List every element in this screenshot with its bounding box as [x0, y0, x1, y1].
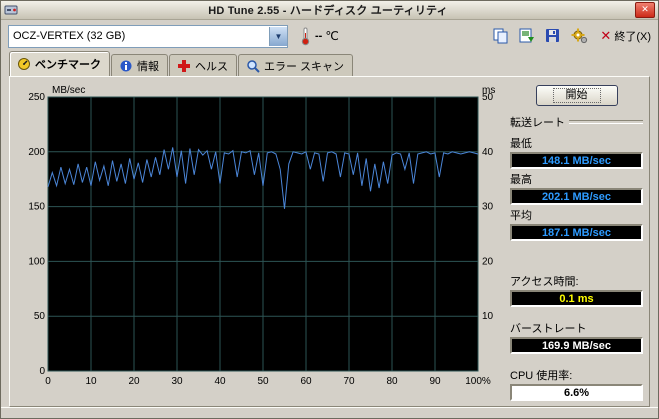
svg-text:100%: 100% [465, 376, 491, 387]
start-button[interactable]: 開始 [535, 85, 618, 106]
drive-select-value: OCZ-VERTEX (32 GB) [13, 30, 126, 42]
svg-text:250: 250 [28, 92, 45, 103]
hdtune-window: HD Tune 2.55 - ハードディスク ユーティリティ ✕ OCZ-VER… [0, 0, 659, 419]
svg-text:70: 70 [343, 376, 355, 387]
svg-text:10: 10 [482, 311, 494, 322]
magnifier-icon [246, 59, 260, 73]
tab-info-label: 情報 [137, 60, 159, 73]
benchmark-gauge-icon [17, 57, 31, 71]
tab-bar: ベンチマーク 情報 ヘルス エラー スキャン [1, 51, 658, 76]
svg-text:40: 40 [482, 147, 494, 158]
exit-x-icon: ✕ [600, 28, 612, 43]
status-bar [1, 407, 658, 418]
temperature-unit: ℃ [325, 29, 339, 43]
tab-benchmark[interactable]: ベンチマーク [9, 51, 110, 76]
close-icon[interactable]: ✕ [635, 2, 655, 18]
svg-text:100: 100 [28, 256, 45, 267]
copy-image-icon[interactable] [518, 28, 536, 44]
avg-label: 平均 [510, 210, 532, 222]
svg-text:150: 150 [28, 202, 45, 213]
tab-health-label: ヘルス [195, 60, 228, 73]
svg-text:90: 90 [429, 376, 441, 387]
drive-select[interactable]: OCZ-VERTEX (32 GB) ▼ [8, 24, 288, 48]
benchmark-chart: 0 10 20 30 40 50 60 70 80 90 100% 250 200 150 100 50 0 50… [14, 81, 506, 402]
start-button-label: 開始 [552, 88, 601, 103]
tab-benchmark-label: ベンチマーク [35, 59, 101, 71]
exit-label: 終了(X) [614, 31, 651, 43]
svg-text:0: 0 [39, 366, 45, 377]
info-icon [119, 59, 133, 73]
titlebar: HD Tune 2.55 - ハードディスク ユーティリティ ✕ [1, 1, 658, 20]
tab-error-scan-label: エラー スキャン [264, 60, 345, 73]
chevron-down-icon[interactable]: ▼ [269, 26, 287, 46]
results-panel: 開始 転送レート 最低 148.1 MB/sec 最高 202.1 MB/sec… [506, 81, 645, 402]
svg-text:20: 20 [482, 256, 494, 267]
max-value: 202.1 MB/sec [510, 188, 643, 205]
tab-info[interactable]: 情報 [111, 54, 168, 76]
burst-rate-label: バーストレート [510, 323, 587, 335]
svg-text:200: 200 [28, 147, 45, 158]
app-icon [4, 3, 18, 17]
toolbar: OCZ-VERTEX (32 GB) ▼ -- ℃ ✕ 終了(X) [1, 20, 658, 52]
min-value: 148.1 MB/sec [510, 152, 643, 169]
svg-text:ms: ms [482, 85, 495, 96]
svg-text:50: 50 [34, 311, 46, 322]
chart-svg: 0 10 20 30 40 50 60 70 80 90 100%25020015010050050… [28, 85, 495, 387]
svg-text:40: 40 [214, 376, 226, 387]
health-cross-icon [177, 59, 191, 73]
access-time-value: 0.1 ms [510, 290, 643, 307]
burst-rate-value: 169.9 MB/sec [510, 337, 643, 354]
benchmark-panel: 0 10 20 30 40 50 60 70 80 90 100% 250 200 150 100 50 0 50… [9, 76, 650, 407]
access-time-label: アクセス時間: [510, 276, 579, 288]
toolbar-icons: ✕ 終了(X) [492, 28, 651, 44]
min-label: 最低 [510, 138, 532, 150]
group-divider [569, 120, 643, 124]
svg-text:0: 0 [45, 376, 51, 387]
tab-error-scan[interactable]: エラー スキャン [238, 54, 354, 76]
avg-value: 187.1 MB/sec [510, 224, 643, 241]
svg-text:30: 30 [482, 202, 494, 213]
thermometer-icon [300, 26, 311, 46]
max-label: 最高 [510, 174, 532, 186]
options-gear-icon[interactable] [570, 28, 588, 44]
svg-text:60: 60 [300, 376, 312, 387]
cpu-usage-label: CPU 使用率: [510, 370, 573, 382]
svg-text:20: 20 [128, 376, 140, 387]
transfer-rate-group-label: 転送レート [510, 117, 565, 129]
svg-text:30: 30 [171, 376, 183, 387]
temperature-value: -- [315, 30, 323, 42]
window-title: HD Tune 2.55 - ハードディスク ユーティリティ [208, 5, 448, 17]
svg-text:10: 10 [85, 376, 97, 387]
transfer-rate-group: 転送レート [510, 114, 643, 130]
cpu-usage-value: 6.6% [510, 384, 643, 401]
svg-text:80: 80 [386, 376, 398, 387]
save-icon[interactable] [544, 28, 562, 44]
svg-text:50: 50 [257, 376, 269, 387]
copy-icon[interactable] [492, 28, 510, 44]
exit-button[interactable]: ✕ 終了(X) [600, 28, 651, 44]
svg-text:MB/sec: MB/sec [52, 85, 85, 96]
tab-health[interactable]: ヘルス [169, 54, 237, 76]
